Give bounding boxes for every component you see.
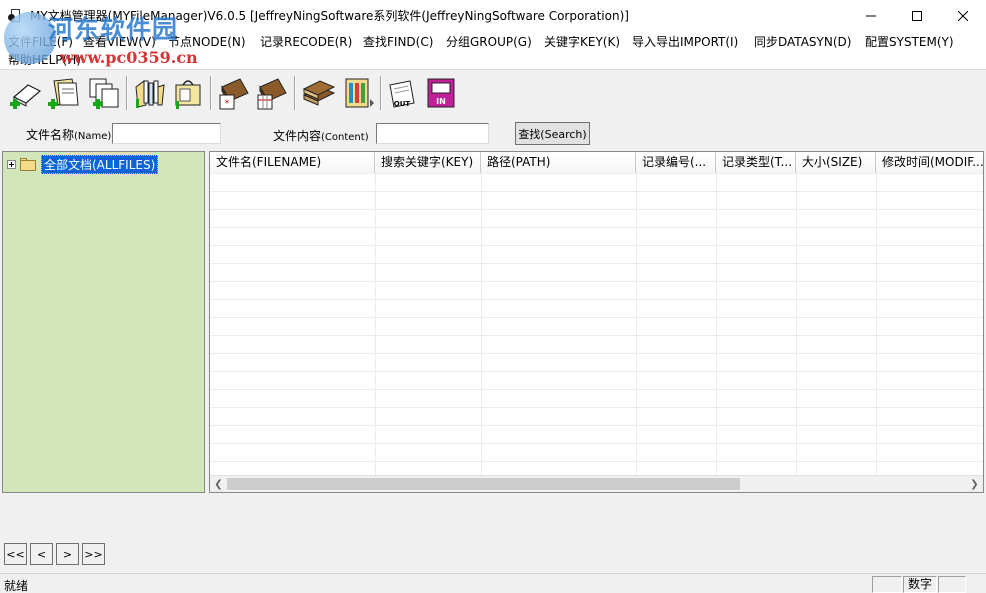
export-out-icon: OUT <box>389 80 415 108</box>
menu-record[interactable]: 记录RECODE(R) <box>260 33 352 50</box>
color-chart-button[interactable] <box>340 75 376 111</box>
menu-key[interactable]: 关键字KEY(K) <box>544 33 620 50</box>
column-filename[interactable]: 文件名(FILENAME) <box>210 152 375 173</box>
menu-import[interactable]: 导入导出IMPORT(I) <box>632 33 738 50</box>
first-page-button[interactable]: << <box>4 543 27 565</box>
app-icon <box>8 8 24 24</box>
prev-page-button[interactable]: < <box>30 543 53 565</box>
export-button[interactable]: OUT <box>384 75 420 111</box>
minimize-button[interactable] <box>848 0 894 31</box>
book-calendar-icon <box>257 78 287 110</box>
export-label: OUT <box>394 100 411 108</box>
minimize-icon <box>866 15 876 16</box>
import-button[interactable]: IN <box>424 75 460 111</box>
folder-tree[interactable]: 全部文档(ALLFILES) <box>2 151 205 493</box>
book-calendar-button[interactable] <box>254 75 290 111</box>
grid-column-line <box>796 173 797 476</box>
menu-view[interactable]: 查看VIEW(V) <box>83 33 156 50</box>
toolbar-separator <box>380 76 382 110</box>
grid-column-line <box>481 173 482 476</box>
book-settings-button[interactable]: * <box>216 75 252 111</box>
maximize-button[interactable] <box>894 0 940 31</box>
grid-column-line <box>375 173 376 476</box>
horizontal-scrollbar[interactable]: ❮ ❯ <box>210 475 983 492</box>
close-icon <box>958 10 968 21</box>
column-record-id[interactable]: 记录编号(... <box>636 152 716 173</box>
scroll-thumb[interactable] <box>227 478 740 490</box>
books-stack-button[interactable] <box>300 75 336 111</box>
toolbar-separator <box>210 76 212 110</box>
open-folder-button[interactable] <box>132 75 168 111</box>
folder-icon <box>20 158 38 171</box>
column-modified[interactable]: 修改时间(MODIF... <box>876 152 983 173</box>
document-bag-icon <box>175 80 201 109</box>
menu-group[interactable]: 分组GROUP(G) <box>446 33 532 50</box>
color-chart-icon <box>345 78 374 108</box>
close-button[interactable] <box>940 0 986 31</box>
menu-bar: 文件FILE(F) 查看VIEW(V) 节点NODE(N) 记录RECODE(R… <box>0 31 986 69</box>
status-text: 就绪 <box>4 579 29 593</box>
document-bag-button[interactable] <box>170 75 206 111</box>
column-key[interactable]: 搜索关键字(KEY) <box>375 152 481 173</box>
grid-column-line <box>876 173 877 476</box>
scroll-left-icon[interactable]: ❮ <box>210 476 227 492</box>
content-label: 文件内容(Content) <box>273 129 369 143</box>
search-button[interactable]: 查找(Search) <box>515 122 590 145</box>
window-title: MY文档管理器(MYFileManager)V6.0.5 [JeffreyNin… <box>30 9 629 23</box>
grid-column-line <box>716 173 717 476</box>
expand-icon[interactable] <box>7 160 16 169</box>
menu-file[interactable]: 文件FILE(F) <box>8 33 73 50</box>
new-record-button[interactable] <box>8 75 44 111</box>
menu-find[interactable]: 查找FIND(C) <box>363 33 433 50</box>
svg-text:*: * <box>225 99 230 109</box>
name-search-input[interactable] <box>112 123 221 144</box>
grid-body[interactable] <box>210 173 983 476</box>
column-record-type[interactable]: 记录类型(T... <box>716 152 796 173</box>
next-page-button[interactable]: > <box>56 543 79 565</box>
import-label: IN <box>436 97 446 106</box>
title-bar: MY文档管理器(MYFileManager)V6.0.5 [JeffreyNin… <box>0 0 986 31</box>
tree-node-label[interactable]: 全部文档(ALLFILES) <box>41 155 159 174</box>
grid-header: 文件名(FILENAME) 搜索关键字(KEY) 路径(PATH) 记录编号(.… <box>210 152 983 173</box>
copy-record-icon <box>89 78 119 109</box>
import-in-icon: IN <box>427 78 455 108</box>
menu-node[interactable]: 节点NODE(N) <box>168 33 246 50</box>
window-controls <box>848 0 986 31</box>
content-search-input[interactable] <box>376 123 489 144</box>
name-label: 文件名称(Name) <box>26 128 112 142</box>
open-folder-icon <box>135 80 165 108</box>
scroll-right-icon[interactable]: ❯ <box>966 476 983 492</box>
maximize-icon <box>912 10 922 21</box>
menu-datasyn[interactable]: 同步DATASYN(D) <box>754 33 851 50</box>
search-row: 文件名称(Name) 文件内容(Content) 查找(Search) <box>0 118 986 150</box>
pager: << < > >> <box>4 543 105 565</box>
status-panel-empty <box>872 576 902 593</box>
menu-system[interactable]: 配置SYSTEM(Y) <box>865 33 954 50</box>
toolbar: * OUT IN <box>0 69 986 115</box>
new-folder-icon <box>48 78 79 109</box>
new-record-icon <box>10 84 42 109</box>
last-page-button[interactable]: >> <box>82 543 105 565</box>
file-grid[interactable]: 文件名(FILENAME) 搜索关键字(KEY) 路径(PATH) 记录编号(.… <box>209 151 984 493</box>
menu-help[interactable]: 帮助HELP(H) <box>8 51 81 68</box>
status-numlock: 数字 <box>903 576 937 593</box>
column-path[interactable]: 路径(PATH) <box>481 152 636 173</box>
status-panel-empty <box>938 576 966 593</box>
books-stack-icon <box>302 80 336 106</box>
copy-record-button[interactable] <box>86 75 122 111</box>
new-folder-button[interactable] <box>46 75 82 111</box>
status-bar: 就绪 数字 <box>0 573 986 593</box>
tree-node-root[interactable]: 全部文档(ALLFILES) <box>7 155 159 174</box>
toolbar-separator <box>294 76 296 110</box>
column-size[interactable]: 大小(SIZE) <box>796 152 876 173</box>
grid-column-line <box>636 173 637 476</box>
book-settings-icon: * <box>219 78 249 110</box>
toolbar-separator <box>126 76 128 110</box>
